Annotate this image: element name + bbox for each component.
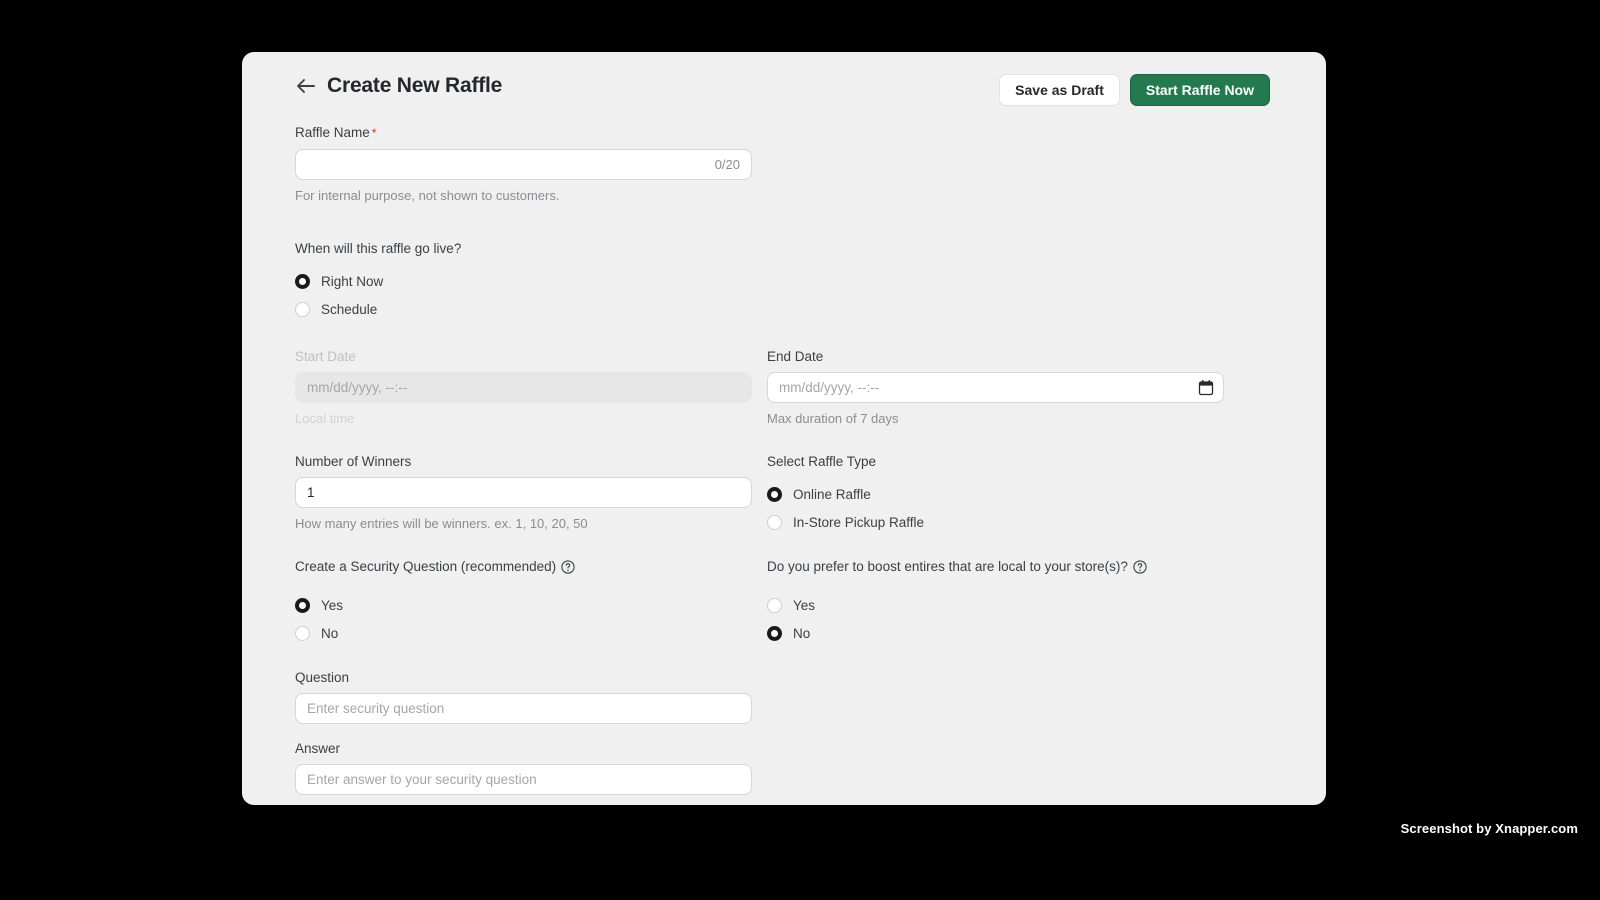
start-date-input: mm/dd/yyyy, --:--: [295, 372, 752, 403]
answer-label: Answer: [295, 741, 341, 756]
start-date-help: Local time: [295, 411, 355, 426]
start-raffle-now-button[interactable]: Start Raffle Now: [1129, 74, 1270, 106]
create-raffle-card: Create New Raffle Save as Draft Start Ra…: [242, 52, 1326, 805]
help-circle-icon[interactable]: [561, 559, 575, 574]
radio-online-raffle[interactable]: Online Raffle: [767, 480, 1224, 508]
raffle-name-help: For internal purpose, not shown to custo…: [295, 188, 560, 203]
raffle-type-label-text: Select Raffle Type: [767, 454, 877, 469]
raffle-type-options: Online Raffle In-Store Pickup Raffle: [767, 480, 1224, 536]
radio-schedule-indicator[interactable]: [295, 301, 310, 317]
go-live-group: When will this raffle go live? Right Now…: [295, 240, 1285, 323]
radio-online-raffle-indicator[interactable]: [767, 486, 782, 502]
radio-security-no-label: No: [321, 625, 339, 641]
winners-input[interactable]: 1: [295, 477, 752, 508]
save-as-draft-button[interactable]: Save as Draft: [999, 74, 1120, 106]
end-date-input[interactable]: mm/dd/yyyy, --:--: [767, 372, 1224, 403]
radio-boost-yes[interactable]: Yes: [767, 591, 1224, 619]
calendar-icon[interactable]: [1198, 379, 1214, 396]
winners-label: Number of Winners: [295, 454, 412, 469]
raffle-name-input[interactable]: [295, 149, 752, 180]
go-live-label-text: When will this raffle go live?: [295, 241, 462, 256]
radio-boost-yes-indicator[interactable]: [767, 597, 782, 613]
boost-local-label: Do you prefer to boost entires that are …: [767, 558, 1224, 575]
security-question-group: Create a Security Question (recommended): [295, 558, 752, 647]
boost-local-group: Do you prefer to boost entires that are …: [767, 558, 1224, 647]
answer-input[interactable]: Enter answer to your security question: [295, 764, 752, 795]
radio-security-yes[interactable]: Yes: [295, 591, 752, 619]
radio-security-yes-label: Yes: [321, 597, 344, 613]
radio-right-now[interactable]: Right Now: [295, 267, 1285, 295]
header-actions: Save as Draft Start Raffle Now: [999, 74, 1270, 106]
raffle-form: Raffle Name * 0/20 For internal purpose, …: [295, 124, 1285, 795]
required-asterisk: *: [371, 126, 377, 140]
header-left-group: Create New Raffle: [295, 74, 502, 98]
help-circle-icon-boost[interactable]: [1133, 559, 1147, 574]
security-question-label-text: Create a Security Question (recommended): [295, 559, 557, 574]
radio-instore-pickup-indicator[interactable]: [767, 514, 782, 530]
radio-schedule[interactable]: Schedule: [295, 295, 1285, 323]
date-row: Start Date mm/dd/yyyy, --:-- Local time …: [295, 348, 1285, 427]
question-field-group: Question Enter security question: [295, 669, 1285, 724]
go-live-label: When will this raffle go live?: [295, 240, 1285, 257]
answer-field-group: Answer Enter answer to your security que…: [295, 740, 1285, 795]
raffle-name-label-text: Raffle Name: [295, 125, 370, 140]
go-live-options: Right Now Schedule: [295, 267, 1285, 323]
boost-local-options: Yes No: [767, 591, 1224, 647]
end-date-group: End Date mm/dd/yyyy, --:-- Max duration …: [767, 348, 1224, 427]
radio-security-yes-indicator[interactable]: [295, 597, 310, 613]
end-date-label: End Date: [767, 349, 824, 364]
raffle-type-group: Select Raffle Type Online Raffle In-Stor…: [767, 453, 1224, 536]
radio-instore-pickup-label: In-Store Pickup Raffle: [793, 514, 925, 530]
radio-instore-pickup-raffle[interactable]: In-Store Pickup Raffle: [767, 508, 1224, 536]
start-date-group: Start Date mm/dd/yyyy, --:-- Local time: [295, 348, 752, 427]
radio-online-raffle-label: Online Raffle: [793, 486, 871, 502]
radio-security-no-indicator[interactable]: [295, 625, 310, 641]
radio-boost-no[interactable]: No: [767, 619, 1224, 647]
end-date-help: Max duration of 7 days: [767, 411, 899, 426]
winners-type-row: Number of Winners 1 How many entries wil…: [295, 453, 1285, 536]
question-label: Question: [295, 670, 350, 685]
card-header: Create New Raffle Save as Draft Start Ra…: [242, 52, 1326, 124]
radio-right-now-indicator[interactable]: [295, 273, 310, 289]
boost-local-label-text: Do you prefer to boost entires that are …: [767, 559, 1128, 574]
arrow-left-icon[interactable]: [295, 76, 315, 96]
raffle-name-label: Raffle Name *: [295, 124, 1285, 142]
radio-boost-yes-label: Yes: [793, 597, 816, 613]
end-date-input-wrap: mm/dd/yyyy, --:--: [767, 372, 1224, 403]
radio-boost-no-label: No: [793, 625, 811, 641]
radio-security-no[interactable]: No: [295, 619, 752, 647]
raffle-name-field-group: Raffle Name * 0/20 For internal purpose, …: [295, 124, 1285, 204]
page-title: Create New Raffle: [327, 74, 503, 97]
start-date-label: Start Date: [295, 349, 356, 364]
raffle-type-label: Select Raffle Type: [767, 453, 1224, 470]
winners-group: Number of Winners 1 How many entries wil…: [295, 453, 752, 536]
security-question-options: Yes No: [295, 591, 752, 647]
raffle-name-input-wrap: 0/20: [295, 149, 752, 180]
winners-help: How many entries will be winners. ex. 1,…: [295, 516, 588, 531]
screenshot-root: Create New Raffle Save as Draft Start Ra…: [0, 0, 1600, 900]
security-question-label: Create a Security Question (recommended): [295, 558, 752, 575]
security-boost-row: Create a Security Question (recommended): [295, 558, 1285, 647]
radio-right-now-label: Right Now: [321, 273, 384, 289]
question-input[interactable]: Enter security question: [295, 693, 752, 724]
watermark: Screenshot by Xnapper.com: [1400, 821, 1578, 836]
radio-boost-no-indicator[interactable]: [767, 625, 782, 641]
radio-schedule-label: Schedule: [321, 301, 378, 317]
